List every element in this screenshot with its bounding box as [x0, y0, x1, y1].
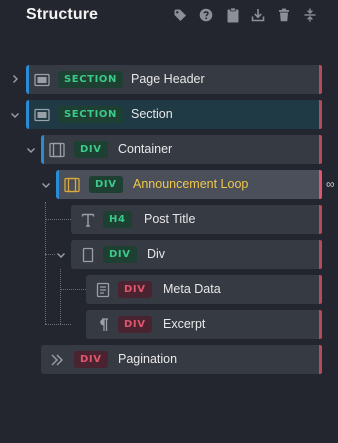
row-accent [319, 240, 322, 269]
element-badge: DIV [103, 246, 137, 263]
tree-guide [45, 254, 55, 255]
element-badge: DIV [118, 281, 152, 298]
row-accent [319, 345, 322, 374]
element-badge: DIV [89, 176, 123, 193]
collapse-icon[interactable] [303, 8, 317, 22]
tree-guide [60, 269, 61, 324]
row-accent [41, 135, 44, 164]
tree-row-container[interactable]: DIV Container [41, 135, 322, 164]
text-heading-icon [80, 212, 96, 228]
row-accent [319, 135, 322, 164]
section-icon [34, 107, 50, 123]
row-accent [319, 65, 322, 94]
download-icon[interactable] [251, 8, 265, 22]
tree-row-section[interactable]: SECTION Section [26, 100, 322, 129]
paragraph-icon [95, 317, 111, 333]
tag-icon[interactable] [173, 8, 187, 22]
container-icon [64, 177, 80, 193]
div-block-icon [80, 247, 96, 263]
element-badge: H4 [103, 211, 132, 228]
row-accent [319, 205, 322, 234]
container-icon [49, 142, 65, 158]
tree-row-page-header[interactable]: SECTION Page Header [26, 65, 322, 94]
tree-row-post-title[interactable]: H4 Post Title [71, 205, 322, 234]
structure-panel-header: Structure [0, 0, 338, 32]
tree-row-excerpt[interactable]: DIV Excerpt [86, 310, 322, 339]
panel-title: Structure [26, 6, 99, 23]
element-label: Meta Data [163, 282, 221, 296]
element-label: Section [131, 107, 173, 121]
tree-guide [45, 324, 71, 325]
expand-chevron-icon[interactable] [10, 74, 20, 84]
row-accent [26, 100, 29, 129]
element-label: Post Title [144, 212, 196, 226]
tree-guide [45, 202, 46, 324]
clipboard-icon[interactable] [226, 7, 240, 23]
collapse-chevron-icon[interactable] [26, 145, 36, 155]
element-label: Excerpt [163, 317, 206, 331]
tree-row-meta-data[interactable]: DIV Meta Data [86, 275, 322, 304]
row-accent [319, 310, 322, 339]
trash-icon[interactable] [277, 8, 291, 22]
help-icon[interactable] [199, 8, 213, 22]
tree-row-announcement-loop[interactable]: DIV Announcement Loop [56, 170, 322, 199]
element-label: Div [147, 247, 166, 261]
collapse-chevron-icon[interactable] [56, 250, 66, 260]
tree-guide [60, 289, 86, 290]
tree-row-pagination[interactable]: DIV Pagination [41, 345, 322, 374]
row-accent [319, 100, 322, 129]
element-label: Page Header [131, 72, 205, 86]
collapse-chevron-icon[interactable] [10, 110, 20, 120]
section-icon [34, 72, 50, 88]
element-badge: SECTION [58, 71, 123, 88]
row-accent [319, 170, 322, 199]
element-label: Pagination [118, 352, 178, 366]
row-accent [26, 65, 29, 94]
element-badge: DIV [118, 316, 152, 333]
element-label: Container [118, 142, 173, 156]
pagination-icon [49, 352, 65, 368]
element-badge: DIV [74, 141, 108, 158]
row-accent [319, 275, 322, 304]
element-label: Announcement Loop [133, 177, 249, 191]
row-accent [56, 170, 59, 199]
loop-icon: ∞ [326, 177, 335, 191]
tree-guide [45, 219, 71, 220]
post-meta-icon [95, 282, 111, 298]
tree-row-div[interactable]: DIV Div [71, 240, 322, 269]
element-badge: SECTION [58, 106, 123, 123]
collapse-chevron-icon[interactable] [41, 180, 51, 190]
element-badge: DIV [74, 351, 108, 368]
